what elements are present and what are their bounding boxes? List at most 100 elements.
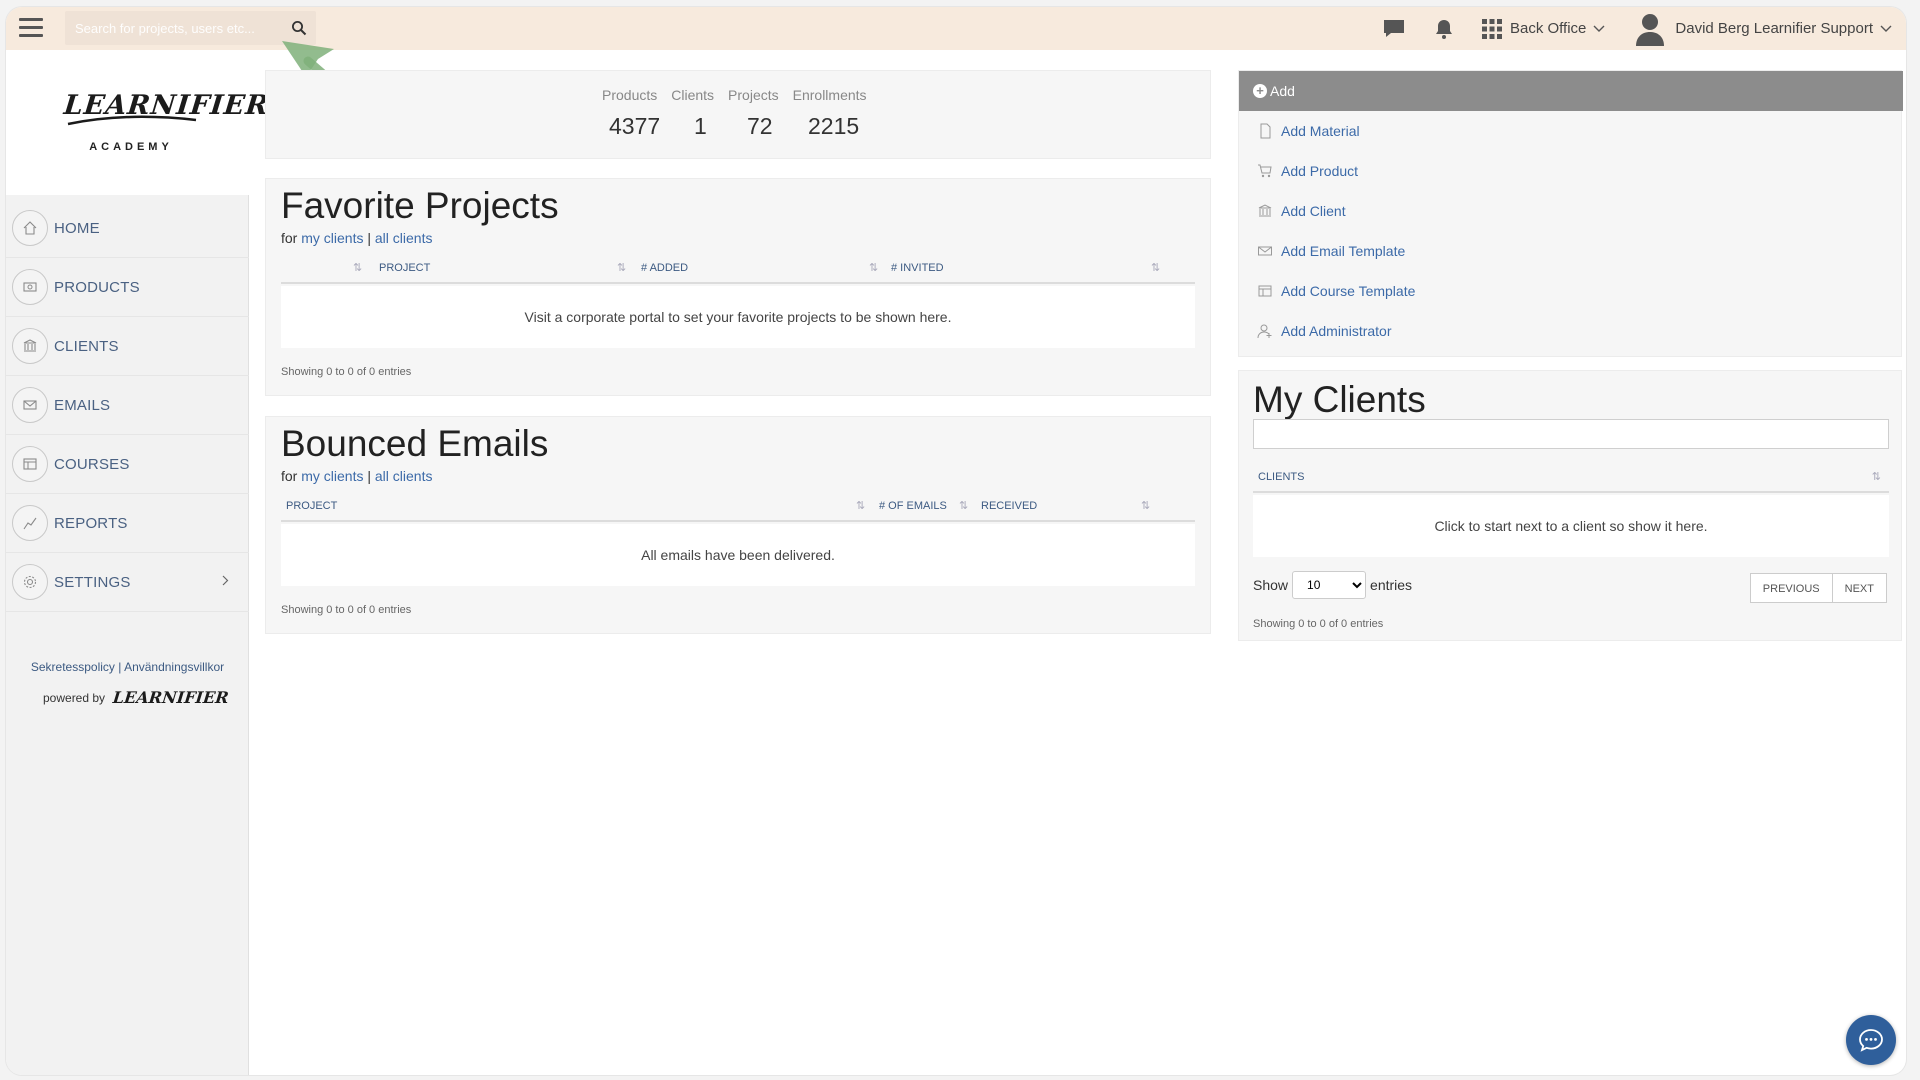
home-icon — [23, 221, 37, 235]
course-icon — [23, 458, 37, 470]
all-clients-link[interactable]: all clients — [375, 468, 433, 484]
logo-swoosh-icon — [67, 115, 197, 126]
chevron-right-icon — [222, 575, 229, 586]
table-header: CLIENTS ⇅ — [1253, 461, 1889, 493]
add-client-link[interactable]: Add Client — [1257, 191, 1415, 231]
stat-label-products: Products — [602, 87, 658, 103]
search-icon[interactable] — [291, 20, 307, 36]
sidebar-item-courses[interactable]: COURSES — [6, 435, 249, 494]
plus-circle-icon: + — [1253, 84, 1267, 98]
add-material-link[interactable]: Add Material — [1257, 111, 1415, 151]
stat-label-clients: Clients — [671, 87, 715, 103]
backoffice-label: Back Office — [1509, 20, 1587, 37]
terms-link[interactable]: Användningsvillkor — [124, 660, 224, 674]
my-clients-panel: My Clients CLIENTS ⇅ Click to start next… — [1238, 370, 1902, 641]
column-clients[interactable]: CLIENTS — [1258, 471, 1304, 483]
sidebar-item-label: SETTINGS — [54, 573, 131, 591]
bounced-emails-panel: Bounced Emails for my clients | all clie… — [265, 416, 1211, 634]
column-added[interactable]: # ADDED — [641, 262, 688, 274]
user-name: David Berg Learnifier Support — [1675, 20, 1873, 37]
add-item-label: Add Material — [1281, 123, 1360, 139]
add-title: Add — [1270, 83, 1295, 99]
add-item-label: Add Administrator — [1281, 323, 1392, 339]
top-bar-actions: Back Office David Berg Learnifier Suppor… — [1382, 7, 1906, 50]
add-product-link[interactable]: Add Product — [1257, 151, 1415, 191]
avatar — [1636, 13, 1665, 46]
filter-separator: | — [367, 468, 371, 484]
pagination: PREVIOUS NEXT — [1749, 573, 1887, 603]
column-emails[interactable]: # OF EMAILS — [879, 500, 947, 512]
sidebar: LEARNIFIER ACADEMY HOME PRODUCTS CLIENTS… — [6, 50, 271, 1075]
hamburger-menu-icon[interactable] — [19, 15, 43, 39]
sidebar-item-label: PRODUCTS — [54, 278, 140, 296]
footer-separator: | — [118, 660, 122, 674]
filter-prefix: for — [281, 230, 298, 246]
add-email-template-link[interactable]: Add Email Template — [1257, 231, 1415, 271]
privacy-link[interactable]: Sekretesspolicy — [31, 660, 115, 674]
column-received[interactable]: RECEIVED — [981, 500, 1037, 512]
add-panel: + Add Add Material Add Product Add Clien… — [1238, 70, 1903, 357]
previous-button[interactable]: PREVIOUS — [1749, 573, 1833, 603]
chevron-down-icon — [1880, 25, 1892, 32]
sort-icon[interactable]: ⇅ — [1151, 261, 1160, 274]
bank-icon — [1258, 204, 1272, 217]
column-project[interactable]: PROJECT — [379, 262, 430, 274]
client-filter: for my clients | all clients — [281, 230, 432, 246]
column-project[interactable]: PROJECT — [286, 500, 337, 512]
add-item-label: Add Course Template — [1281, 283, 1416, 299]
add-item-label: Add Email Template — [1281, 243, 1406, 259]
sidebar-item-clients[interactable]: CLIENTS — [6, 317, 249, 376]
stat-value-enrollments: 2215 — [808, 113, 860, 139]
sidebar-item-emails[interactable]: EMAILS — [6, 376, 249, 435]
stat-label-enrollments: Enrollments — [792, 87, 867, 103]
filter-prefix: for — [281, 468, 298, 484]
sidebar-nav: HOME PRODUCTS CLIENTS EMAILS COURSES REP… — [6, 199, 249, 612]
sort-asc-icon[interactable]: ⇅ — [617, 261, 626, 274]
sidebar-item-home[interactable]: HOME — [6, 199, 249, 258]
powered-by: powered by LEARNIFIER — [43, 688, 230, 707]
table-info: Showing 0 to 0 of 0 entries — [281, 366, 412, 378]
add-administrator-link[interactable]: Add Administrator — [1257, 311, 1415, 351]
filter-separator: | — [367, 230, 371, 246]
search-input[interactable] — [65, 11, 280, 45]
add-course-template-link[interactable]: Add Course Template — [1257, 271, 1415, 311]
page-length: Show 10 entries — [1253, 571, 1412, 599]
clients-search-input[interactable] — [1253, 419, 1889, 449]
my-clients-link[interactable]: my clients — [301, 230, 363, 246]
sort-icon[interactable]: ⇅ — [869, 261, 878, 274]
sidebar-item-label: COURSES — [54, 455, 130, 473]
course-icon — [1258, 285, 1272, 297]
gear-icon — [23, 575, 37, 589]
sidebar-item-products[interactable]: PRODUCTS — [6, 258, 249, 317]
sidebar-item-reports[interactable]: REPORTS — [6, 494, 249, 553]
my-clients-link[interactable]: my clients — [301, 468, 363, 484]
stat-value-projects: 72 — [747, 113, 773, 139]
empty-table-row: All emails have been delivered. — [281, 524, 1195, 586]
sort-icon[interactable]: ⇅ — [856, 499, 865, 512]
sort-icon[interactable]: ⇅ — [959, 499, 968, 512]
stat-value-clients: 1 — [694, 113, 707, 139]
table-info: Showing 0 to 0 of 0 entries — [281, 604, 412, 616]
messages-icon[interactable] — [1382, 17, 1406, 41]
powered-by-label: powered by — [43, 690, 106, 705]
bank-icon — [23, 339, 37, 352]
chevron-down-icon — [1593, 25, 1605, 32]
show-label: Show — [1253, 577, 1289, 593]
page-length-select[interactable]: 10 — [1292, 571, 1367, 599]
sidebar-item-label: CLIENTS — [54, 337, 119, 355]
sort-icon[interactable]: ⇅ — [353, 261, 362, 274]
logo[interactable]: LEARNIFIER ACADEMY — [6, 50, 271, 195]
next-button[interactable]: NEXT — [1832, 573, 1887, 603]
backoffice-menu[interactable]: Back Office — [1481, 18, 1605, 39]
stat-value-products: 4377 — [609, 113, 661, 139]
all-clients-link[interactable]: all clients — [375, 230, 433, 246]
envelope-icon — [23, 400, 37, 410]
add-header[interactable]: + Add — [1239, 71, 1903, 111]
sort-asc-icon[interactable]: ⇅ — [1872, 470, 1881, 483]
chat-button[interactable] — [1846, 1015, 1896, 1065]
sidebar-item-settings[interactable]: SETTINGS — [6, 553, 249, 612]
user-menu[interactable]: David Berg Learnifier Support — [1635, 12, 1892, 46]
column-invited[interactable]: # INVITED — [891, 262, 944, 274]
bell-icon[interactable] — [1432, 17, 1456, 41]
sort-desc-icon[interactable]: ⇅ — [1141, 499, 1150, 512]
